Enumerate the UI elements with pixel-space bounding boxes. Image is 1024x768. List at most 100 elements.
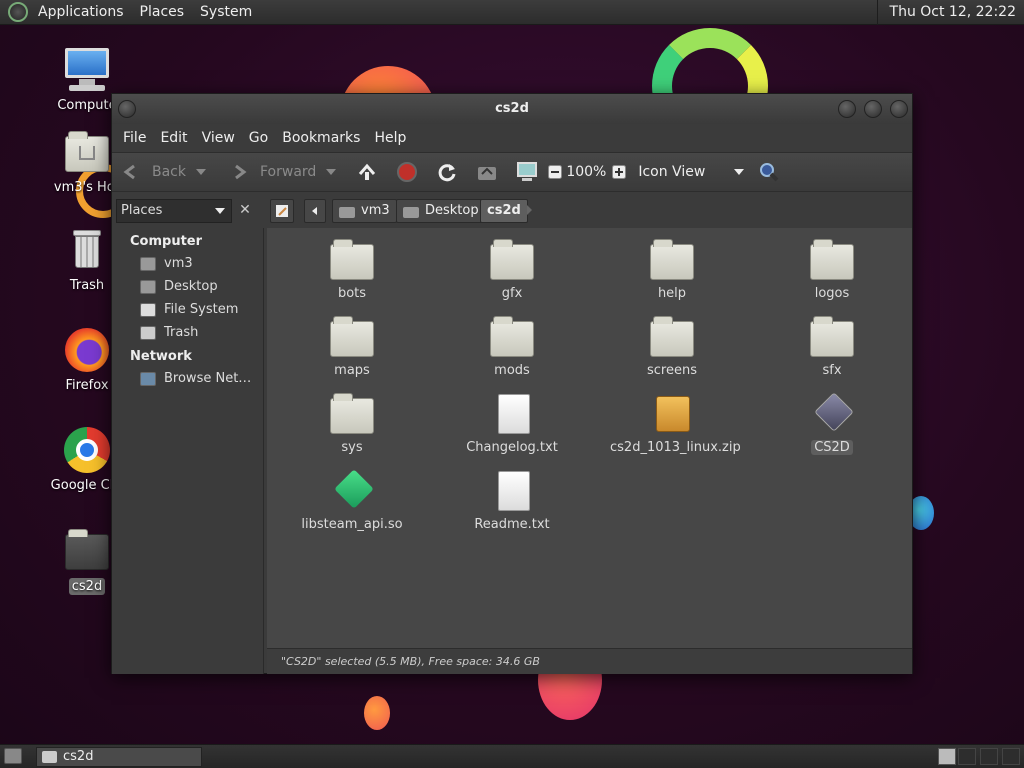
forward-label: Forward	[260, 164, 317, 180]
sidebar-close-button[interactable]: ✕	[234, 199, 256, 223]
maximize-icon[interactable]	[864, 100, 882, 118]
file-name: logos	[814, 286, 850, 301]
folder-icon	[650, 239, 694, 280]
file-name: screens	[647, 363, 697, 378]
folder-icon	[810, 239, 854, 280]
folder-icon	[490, 239, 534, 280]
file-item[interactable]: logos	[767, 239, 897, 301]
breadcrumb-scroll-right[interactable]	[524, 204, 534, 220]
chevron-left-icon	[312, 207, 317, 215]
forward-button[interactable]: Forward	[228, 161, 337, 183]
sidebar-item-label: Browse Net…	[164, 371, 252, 386]
menu-applications[interactable]: Applications	[30, 0, 132, 25]
menu-system[interactable]: System	[192, 0, 260, 25]
folder-icon	[330, 393, 374, 434]
sidebar-item-label: Trash	[164, 325, 199, 340]
back-history-chevron-icon[interactable]	[196, 169, 206, 175]
breadcrumb-label: vm3	[361, 203, 390, 218]
sidebar-item-file-system[interactable]: File System	[140, 302, 238, 317]
menubar: File Edit View Go Bookmarks Help	[112, 124, 912, 152]
bottom-panel: cs2d	[0, 744, 1024, 768]
workspace-switcher-4[interactable]	[1002, 748, 1020, 765]
file-item[interactable]: bots	[287, 239, 417, 301]
taskbar-item-label: cs2d	[63, 749, 94, 764]
workspace-switcher-3[interactable]	[980, 748, 998, 765]
back-button[interactable]: Back	[120, 161, 206, 183]
window-menu-icon[interactable]	[118, 100, 136, 118]
edit-location-button[interactable]	[270, 199, 294, 223]
chevron-down-icon	[215, 208, 225, 214]
file-item[interactable]: sfx	[767, 316, 897, 378]
forward-history-chevron-icon[interactable]	[326, 169, 337, 175]
show-desktop-icon[interactable]	[4, 748, 22, 764]
stop-icon[interactable]	[396, 161, 418, 183]
breadcrumb-cs2d[interactable]: cs2d	[480, 199, 528, 223]
file-item[interactable]: maps	[287, 316, 417, 378]
sidebar-places-select[interactable]: Places	[116, 199, 232, 223]
file-name: bots	[337, 286, 367, 301]
taskbar-item-cs2d[interactable]: cs2d	[36, 747, 202, 767]
file-item[interactable]: help	[607, 239, 737, 301]
home-icon[interactable]	[476, 161, 498, 183]
desktop-folder-icon	[403, 206, 419, 218]
sidebar-item-trash[interactable]: Trash	[140, 325, 198, 340]
workspace-switcher-1[interactable]	[938, 748, 956, 765]
folder-icon	[63, 526, 111, 574]
firefox-icon	[63, 326, 111, 374]
reload-icon[interactable]	[436, 161, 458, 183]
file-item[interactable]: gfx	[447, 239, 577, 301]
file-item[interactable]: sys	[287, 393, 417, 455]
close-icon[interactable]	[890, 100, 908, 118]
file-item[interactable]: cs2d_1013_linux.zip	[607, 394, 741, 455]
menu-bookmarks[interactable]: Bookmarks	[275, 130, 367, 146]
zoom-out-icon[interactable]	[548, 165, 563, 179]
library-icon	[330, 469, 374, 511]
archive-icon	[650, 394, 694, 434]
sidebar-select-value: Places	[121, 203, 163, 218]
breadcrumb-desktop[interactable]: Desktop	[396, 199, 486, 223]
menu-help[interactable]: Help	[367, 130, 413, 146]
file-item[interactable]: Changelog.txt	[447, 394, 577, 455]
breadcrumb-label: Desktop	[425, 203, 479, 218]
file-item[interactable]: libsteam_api.so	[287, 469, 417, 532]
text-file-icon	[490, 394, 534, 434]
computer-icon[interactable]	[516, 161, 538, 183]
zoom-level: 100%	[566, 164, 607, 180]
menu-go[interactable]: Go	[242, 130, 275, 146]
breadcrumb-vm3[interactable]: vm3	[332, 199, 397, 223]
drive-icon	[140, 302, 156, 317]
file-name: gfx	[501, 286, 523, 301]
window-titlebar[interactable]: cs2d	[112, 94, 912, 124]
menu-places[interactable]: Places	[132, 0, 193, 25]
home-folder-icon	[140, 256, 156, 271]
file-item[interactable]: Readme.txt	[447, 471, 577, 532]
chrome-icon	[63, 426, 111, 474]
view-mode-select[interactable]: Icon View	[638, 164, 745, 180]
zoom-in-icon[interactable]	[612, 165, 627, 179]
file-name: maps	[334, 363, 370, 378]
sidebar-item-browse-network[interactable]: Browse Net…	[140, 371, 251, 386]
folder-icon	[810, 316, 854, 357]
sidebar-item-vm3[interactable]: vm3	[140, 256, 193, 271]
file-name: help	[657, 286, 687, 301]
search-icon[interactable]	[758, 161, 780, 183]
distro-logo-icon[interactable]	[8, 2, 28, 22]
clock[interactable]: Thu Oct 12, 22:22	[876, 0, 1024, 25]
file-item[interactable]: mods	[447, 316, 577, 378]
sidebar-item-desktop[interactable]: Desktop	[140, 279, 218, 294]
up-arrow-icon[interactable]	[356, 161, 378, 183]
workspace-switcher-2[interactable]	[958, 748, 976, 765]
breadcrumb-scroll-left[interactable]	[304, 199, 326, 223]
minimize-icon[interactable]	[838, 100, 856, 118]
file-item-selected[interactable]: CS2D	[767, 392, 897, 455]
menu-view[interactable]: View	[195, 130, 242, 146]
forward-arrow-icon	[228, 161, 250, 183]
menu-file[interactable]: File	[116, 130, 153, 146]
file-item[interactable]: screens	[607, 316, 737, 378]
desktop-icon-label: Firefox	[65, 378, 109, 393]
file-icon-view[interactable]: bots gfx help logos maps mods screens sf…	[267, 228, 912, 648]
sidebar-heading-computer: Computer	[130, 234, 203, 249]
menu-edit[interactable]: Edit	[153, 130, 194, 146]
executable-icon	[810, 392, 854, 434]
wallpaper-blob-small	[364, 696, 390, 730]
